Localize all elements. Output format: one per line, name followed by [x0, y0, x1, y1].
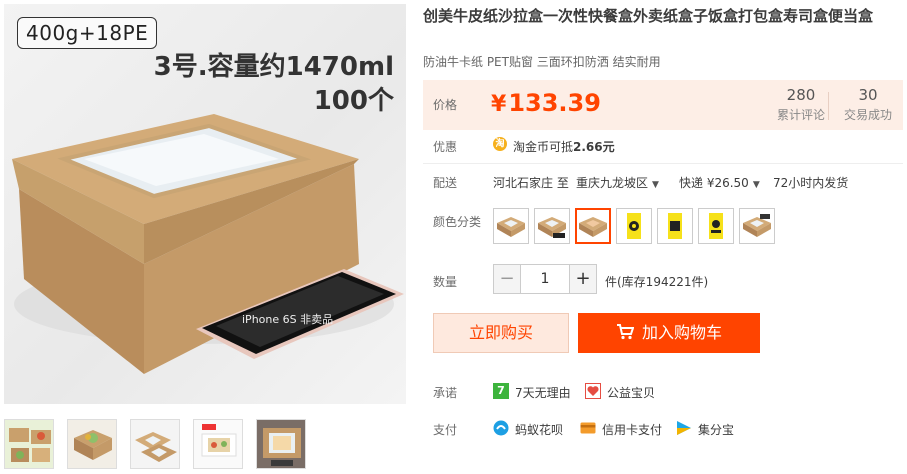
charity-heart-icon	[585, 383, 601, 399]
price-panel: 价格 ¥133.39 280 累计评论 30 交易成功	[423, 80, 903, 130]
thumbnail-5[interactable]	[256, 419, 306, 469]
ship-to-value: 重庆九龙坡区	[576, 176, 649, 190]
discount-label: 优惠	[433, 140, 458, 154]
quantity-increase-button[interactable]: +	[569, 264, 597, 294]
chevron-down-icon: ▼	[752, 180, 760, 190]
color-option-4[interactable]	[616, 208, 652, 244]
product-page: 400g+18PE 3号.容量约1470ml 100个 iPhone 6S 非卖…	[0, 0, 907, 474]
chevron-down-icon: ▼	[652, 180, 659, 190]
main-product-image[interactable]: 400g+18PE 3号.容量约1470ml 100个 iPhone 6S 非卖…	[4, 4, 406, 404]
color-options	[493, 208, 775, 244]
ship-method-select[interactable]: 快递 ¥26.50 ▼	[679, 174, 760, 191]
credit-card-icon	[580, 420, 596, 436]
sales-label: 交易成功	[843, 108, 892, 122]
thumbnail-3[interactable]	[130, 419, 180, 469]
quantity-label: 数量	[433, 275, 458, 289]
spec-tag: 400g+18PE	[17, 17, 158, 49]
ship-time: 72小时内发货	[773, 176, 849, 190]
coin-offer: 淘金币可抵2.66元	[513, 138, 615, 155]
price-amount: 133.39	[508, 89, 601, 117]
payment-jifenbao[interactable]: 集分宝	[698, 421, 734, 438]
payment-huabei[interactable]: 蚂蚁花呗	[515, 421, 563, 438]
seven-day-return-icon: 7	[493, 383, 509, 399]
sales-count: 30	[858, 86, 878, 104]
capacity-caption: 3号.容量约1470ml	[153, 52, 394, 82]
thumbnail-strip	[4, 419, 306, 469]
reviews-stat[interactable]: 280 累计评论	[766, 86, 836, 123]
ship-from: 河北石家庄 至	[493, 176, 569, 190]
kraft-box-illustration	[12, 114, 404, 374]
color-option-7[interactable]	[739, 208, 775, 244]
coin-offer-text: 淘金币可抵	[513, 140, 574, 154]
coin-icon: 淘	[493, 137, 507, 151]
product-subtitle: 防油牛卡纸 PET贴窗 三面环扣防洒 结实耐用	[423, 55, 661, 69]
ship-to-select[interactable]: 重庆九龙坡区 ▼	[576, 174, 659, 191]
color-label: 颜色分类	[433, 215, 482, 229]
color-option-1[interactable]	[493, 208, 529, 244]
thumbnail-1[interactable]	[4, 419, 54, 469]
add-to-cart-button[interactable]: 加入购物车	[578, 313, 760, 353]
thumbnail-4[interactable]	[193, 419, 243, 469]
coin-offer-amount: 2.66元	[573, 140, 615, 154]
color-option-2[interactable]	[534, 208, 570, 244]
color-option-5[interactable]	[657, 208, 693, 244]
currency-symbol: ¥	[491, 92, 507, 117]
huabei-icon	[493, 420, 509, 436]
add-to-cart-label: 加入购物车	[641, 323, 722, 342]
jifenbao-icon	[676, 420, 692, 436]
phone-label: iPhone 6S 非卖品	[242, 313, 334, 326]
thumbnail-2[interactable]	[67, 419, 117, 469]
quantity-input[interactable]: 1	[521, 264, 569, 294]
payment-label: 支付	[433, 423, 458, 437]
section-divider	[423, 163, 903, 164]
promise-item-charity[interactable]: 公益宝贝	[607, 384, 655, 401]
buy-now-button[interactable]: 立即购买	[433, 313, 569, 353]
promise-item-return[interactable]: 7天无理由	[515, 384, 571, 401]
promise-label: 承诺	[433, 386, 458, 400]
quantity-decrease-button[interactable]: −	[493, 264, 521, 294]
stock-info: 件(库存194221件)	[605, 275, 709, 289]
product-title: 创美牛皮纸沙拉盒一次性快餐盒外卖纸盒子饭盒打包盒寿司盒便当盒	[423, 7, 874, 25]
reviews-label: 累计评论	[776, 108, 825, 122]
cart-icon	[616, 324, 634, 340]
price-label: 价格	[433, 98, 458, 112]
shipping-label: 配送	[433, 176, 458, 190]
reviews-count: 280	[786, 86, 816, 104]
color-option-6[interactable]	[698, 208, 734, 244]
price-value: ¥133.39	[491, 89, 601, 117]
sales-stat: 30 交易成功	[833, 86, 903, 123]
stat-divider	[828, 92, 829, 120]
quantity-stepper: − 1 +	[493, 264, 597, 294]
color-option-3[interactable]	[575, 208, 611, 244]
payment-credit-card[interactable]: 信用卡支付	[602, 421, 662, 438]
ship-method-value: 快递 ¥26.50	[679, 176, 749, 190]
